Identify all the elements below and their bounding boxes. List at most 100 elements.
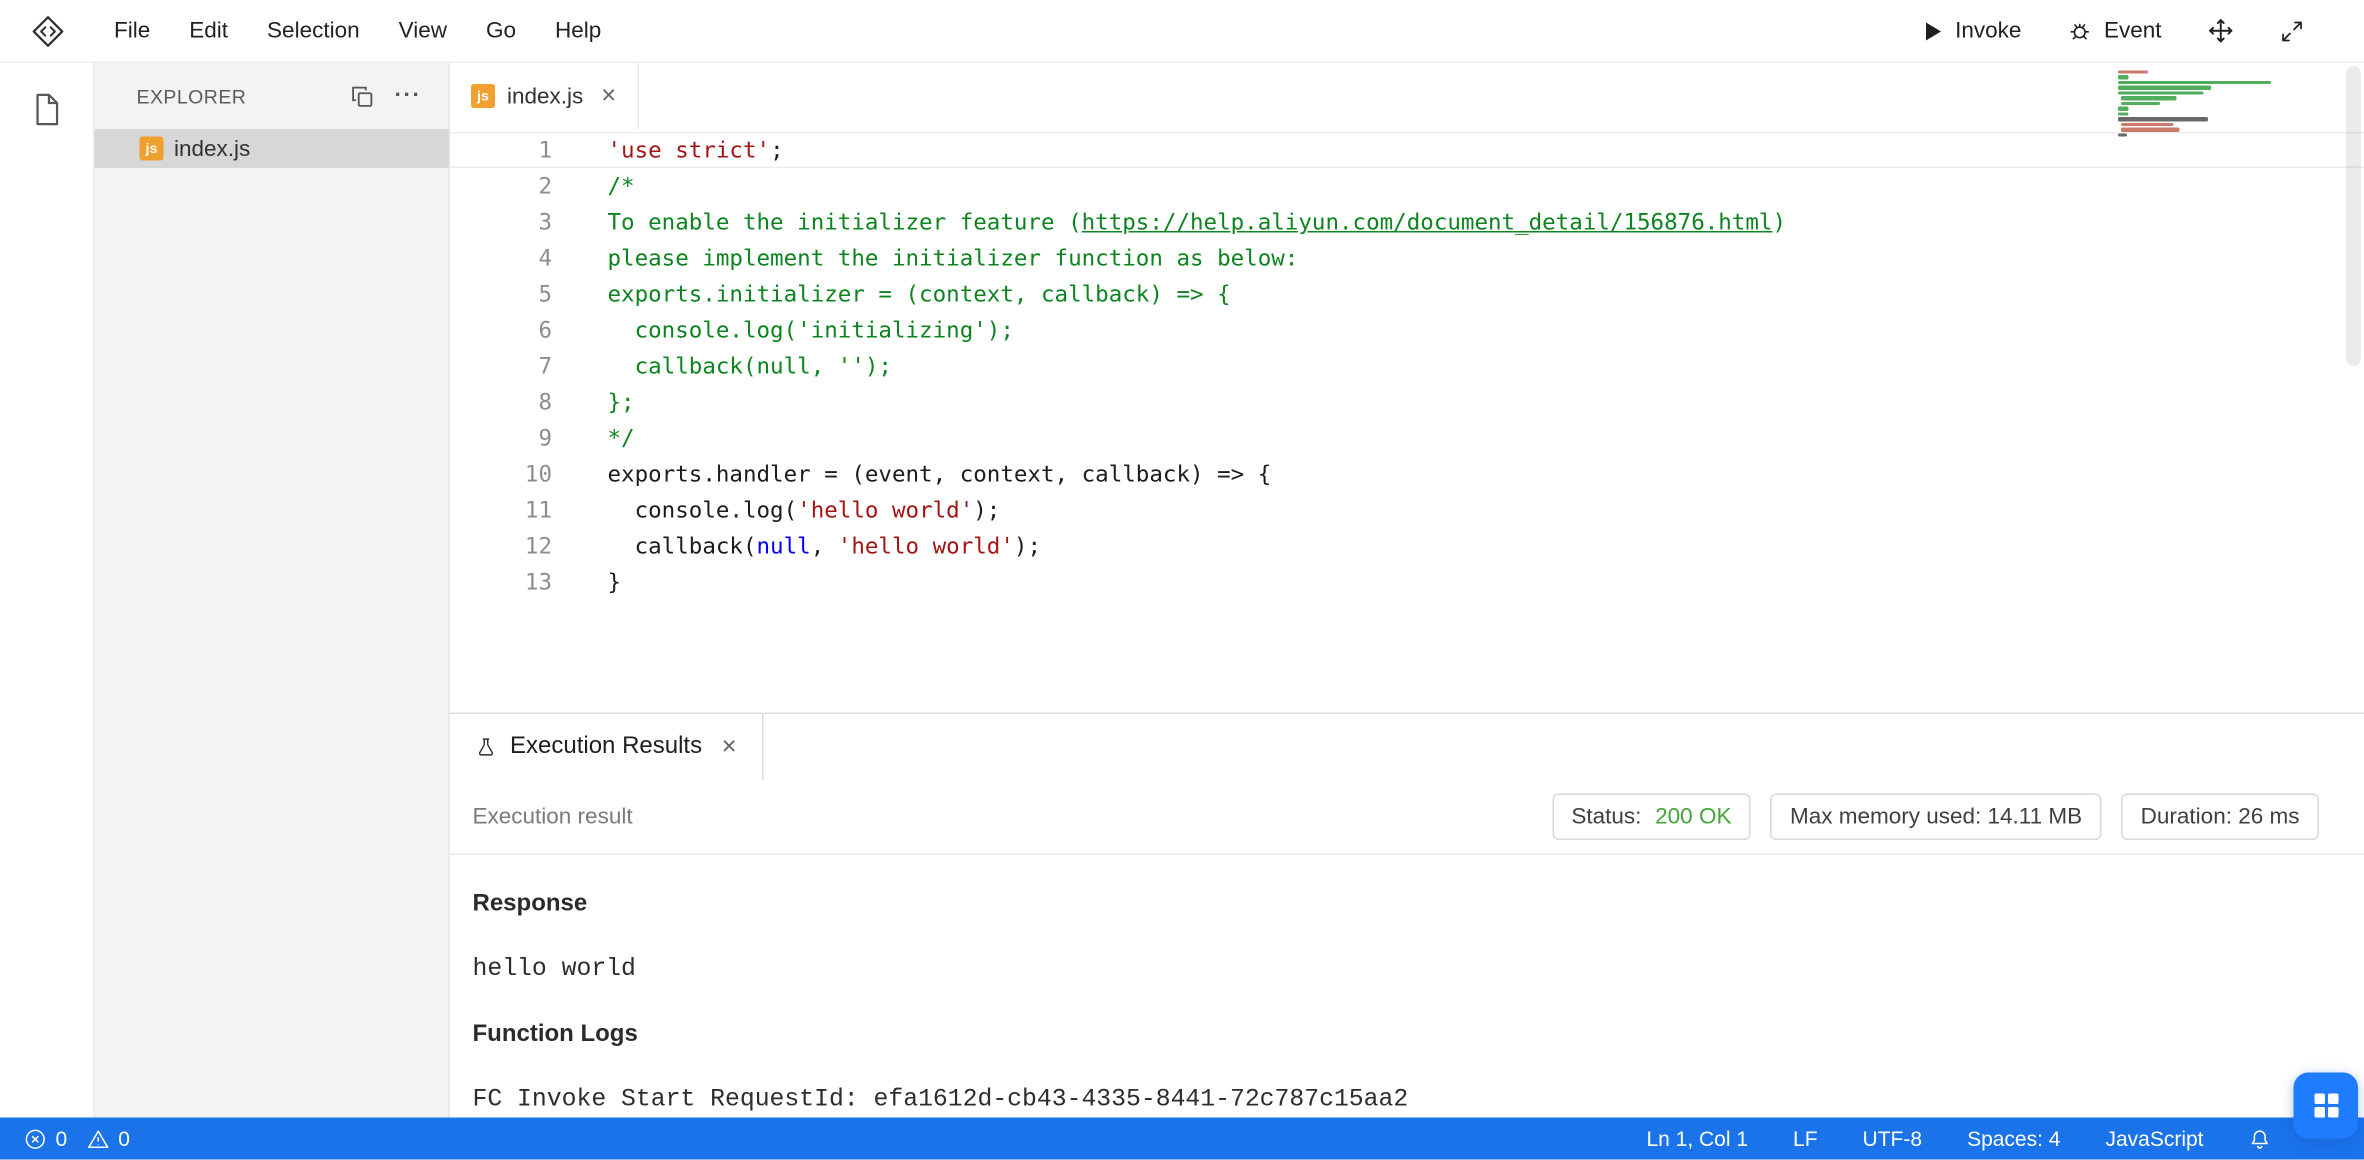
minimap[interactable] <box>2118 71 2295 139</box>
file-name: index.js <box>174 136 250 162</box>
status-bar: 0 0 Ln 1, Col 1 LF UTF-8 Spaces: 4 JavaScrip… <box>0 1118 2364 1160</box>
function-logs-line: FC Invoke Start RequestId: efa1612d-cb43… <box>473 1085 2341 1115</box>
menu-view[interactable]: View <box>379 18 466 44</box>
line-number: 11 <box>450 497 552 524</box>
line-number: 9 <box>450 425 552 452</box>
editor-tabstrip: js index.js × <box>450 63 2364 129</box>
app-logo-icon <box>0 13 95 49</box>
menu-help[interactable]: Help <box>536 18 621 44</box>
grid-icon <box>2311 1091 2341 1121</box>
move-panel-button[interactable] <box>2207 17 2236 46</box>
minimap-line <box>2118 118 2208 121</box>
layout-grid-button[interactable] <box>2294 1073 2359 1139</box>
menu-file[interactable]: File <box>95 18 170 44</box>
line-text: /* <box>552 173 635 200</box>
line-number: 7 <box>450 353 552 380</box>
editor-scrollbar[interactable] <box>2346 66 2361 366</box>
code-line-2[interactable]: 2 /* <box>450 168 2364 204</box>
code-token: ); <box>973 497 1000 524</box>
problems-indicator[interactable]: 0 0 <box>24 1127 142 1151</box>
menu-selection[interactable]: Selection <box>248 18 380 44</box>
line-number: 2 <box>450 173 552 200</box>
badge-value: 200 OK <box>1655 804 1731 830</box>
code-line-5[interactable]: 5 exports.initializer = (context, callbac… <box>450 276 2364 312</box>
file-index.js[interactable]: js index.js <box>95 129 449 168</box>
beaker-icon <box>476 735 497 759</box>
explorer-sidebar: EXPLORER ··· js index.js <box>95 63 451 1118</box>
line-text: please implement the initializer functio… <box>552 245 1298 272</box>
code-token: exports.handler = (event, context, callb… <box>608 461 1272 488</box>
response-value: hello world <box>473 954 2341 984</box>
status-encoding[interactable]: UTF-8 <box>1863 1127 1923 1151</box>
code-line-9[interactable]: 9*/ <box>450 420 2364 456</box>
code-token: 'hello world' <box>838 533 1014 560</box>
error-icon <box>24 1128 48 1151</box>
code-token: console.log('initializing'); <box>608 317 1014 344</box>
code-token: }; <box>608 389 635 416</box>
code-line-8[interactable]: 8}; <box>450 384 2364 420</box>
code-line-3[interactable]: 3To enable the initializer feature (http… <box>450 204 2364 240</box>
code-line-4[interactable]: 4please implement the initializer functi… <box>450 240 2364 276</box>
close-panel-icon[interactable]: × <box>722 732 737 762</box>
line-text: */ <box>552 425 635 452</box>
tab-execution-results[interactable]: Execution Results × <box>450 714 764 780</box>
file-list: js index.js <box>95 129 449 168</box>
function-logs-title: Function Logs <box>473 1020 2341 1050</box>
execution-result-label: Execution result <box>473 804 633 830</box>
code-token: ; <box>770 137 784 164</box>
code-token: console.log( <box>608 497 798 524</box>
minimap-line <box>2118 107 2129 110</box>
code-line-1[interactable]: 1'use strict'; <box>450 132 2364 168</box>
invoke-button[interactable]: Invoke <box>1925 18 2021 44</box>
code-token: 'use strict' <box>608 137 771 164</box>
line-text: console.log('initializing'); <box>552 317 1014 344</box>
bell-icon[interactable] <box>2249 1128 2272 1151</box>
fullscreen-button[interactable] <box>2280 19 2304 43</box>
close-tab-icon[interactable]: × <box>601 81 616 111</box>
status-cursor-position[interactable]: Ln 1, Col 1 <box>1646 1127 1748 1151</box>
menu-edit[interactable]: Edit <box>170 18 248 44</box>
code-token: ) <box>1772 209 1786 236</box>
explorer-files-icon[interactable] <box>27 90 66 137</box>
code-token: To enable the initializer feature ( <box>608 209 1082 236</box>
result-badge: Duration: 26 ms <box>2121 794 2319 841</box>
more-actions-icon[interactable]: ··· <box>395 89 422 104</box>
code-token: exports.initializer = (context, callback… <box>608 281 1231 308</box>
code-token: please implement the initializer functio… <box>608 245 1299 272</box>
line-number: 5 <box>450 281 552 308</box>
line-text: console.log('hello world'); <box>552 497 1000 524</box>
status-line-ending[interactable]: LF <box>1793 1127 1818 1151</box>
code-line-10[interactable]: 10exports.handler = (event, context, cal… <box>450 456 2364 492</box>
badge-label: Max memory used: 14.11 MB <box>1790 804 2082 830</box>
duplicate-icon[interactable] <box>351 85 374 108</box>
code-token: null <box>757 533 811 560</box>
result-badges: Status: 200 OK Max memory used: 14.11 MB D… <box>1552 794 2319 841</box>
code-token: } <box>608 569 622 596</box>
menu-go[interactable]: Go <box>467 18 536 44</box>
tab-label: index.js <box>507 83 583 109</box>
event-label: Event <box>2104 18 2162 44</box>
code-token: /* <box>608 173 635 200</box>
status-indentation[interactable]: Spaces: 4 <box>1967 1127 2060 1151</box>
code-token: 'hello world' <box>797 497 973 524</box>
code-line-7[interactable]: 7 callback(null, ''); <box>450 348 2364 384</box>
code-line-12[interactable]: 12 callback(null, 'hello world'); <box>450 528 2364 564</box>
explorer-header: EXPLORER ··· <box>95 63 449 129</box>
event-button[interactable]: Event <box>2066 18 2161 44</box>
code-area[interactable]: 1'use strict'; 2 /* 3To enable the initiali… <box>450 129 2364 600</box>
expand-icon <box>2280 19 2304 43</box>
comment-link[interactable]: https://help.aliyun.com/document_detail/… <box>1082 209 1773 236</box>
status-language-mode[interactable]: JavaScript <box>2105 1127 2203 1151</box>
editor-column: js index.js × 1'use strict'; 2 /* 3To enabl… <box>450 63 2364 1118</box>
response-title: Response <box>473 890 2341 920</box>
code-line-6[interactable]: 6 console.log('initializing'); <box>450 312 2364 348</box>
line-text: To enable the initializer feature (https… <box>552 209 1786 236</box>
minimap-line <box>2118 71 2147 74</box>
js-file-icon: js <box>140 137 164 161</box>
badge-label: Status: <box>1571 804 1647 830</box>
explorer-header-actions: ··· <box>351 85 422 108</box>
tab-index-js[interactable]: js index.js × <box>450 63 639 129</box>
line-text: callback(null, ''); <box>552 353 892 380</box>
code-line-13[interactable]: 13} <box>450 564 2364 600</box>
code-line-11[interactable]: 11 console.log('hello world'); <box>450 492 2364 528</box>
